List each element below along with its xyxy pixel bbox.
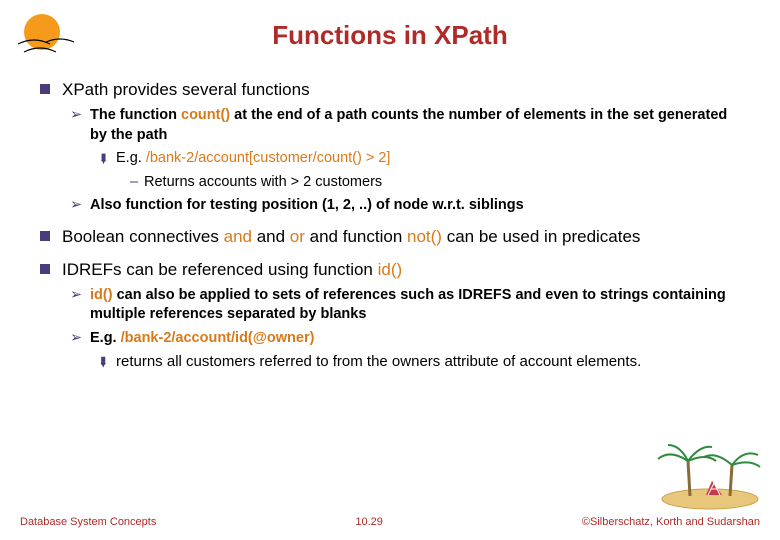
kw-id2: id() [90, 287, 113, 303]
text: Returns accounts with > 2 customers [144, 174, 382, 190]
text: E.g. [90, 330, 121, 346]
text: The function [90, 107, 181, 123]
text: and [252, 227, 290, 246]
text: Boolean connectives [62, 227, 224, 246]
footer-right: ©Silberschatz, Korth and Sudarshan [582, 516, 760, 528]
slide-title: Functions in XPath [40, 20, 740, 51]
text: and function [305, 227, 407, 246]
kw-not: not() [407, 227, 442, 246]
bullet-idref: IDREFs can be referenced using function … [40, 259, 740, 282]
text: returns all customers referred to from t… [116, 353, 641, 370]
text: XPath provides several functions [62, 80, 310, 99]
sun-decoration [10, 8, 80, 73]
text: Also function for testing position (1, 2… [90, 197, 524, 213]
footer-center: 10.29 [355, 516, 383, 528]
bullet-count-fn: The function count() at the end of a pat… [70, 106, 740, 145]
text: can be used in predicates [442, 227, 640, 246]
kw-id: id() [378, 260, 403, 279]
island-decoration [650, 441, 770, 516]
code-path: /bank-2/account[customer/count() > 2] [146, 150, 391, 166]
bullet-xpath-functions: XPath provides several functions [40, 79, 740, 102]
kw-and: and [224, 227, 252, 246]
footer: Database System Concepts 10.29 ©Silbersc… [0, 516, 780, 528]
text: IDREFs can be referenced using function [62, 260, 378, 279]
bullet-count-returns: Returns accounts with > 2 customers [130, 173, 740, 193]
bullet-count-example: E.g. /bank-2/account[customer/count() > … [96, 149, 740, 169]
slide: Functions in XPath XPath provides severa… [0, 0, 780, 540]
text: can also be applied to sets of reference… [90, 287, 726, 323]
bullet-boolean: Boolean connectives and and or and funct… [40, 226, 740, 249]
bullet-id-example: E.g. /bank-2/account/id(@owner) [70, 329, 740, 349]
footer-left: Database System Concepts [20, 516, 156, 528]
slide-content: XPath provides several functions The fun… [40, 79, 740, 373]
bullet-id-returns: returns all customers referred to from t… [96, 352, 740, 372]
bullet-position-fn: Also function for testing position (1, 2… [70, 196, 740, 216]
code-id-path: /bank-2/account/id(@owner) [121, 330, 315, 346]
kw-or: or [290, 227, 305, 246]
text: E.g. [116, 150, 146, 166]
code-count: count() [181, 107, 230, 123]
bullet-id-sets: id() can also be applied to sets of refe… [70, 286, 740, 325]
